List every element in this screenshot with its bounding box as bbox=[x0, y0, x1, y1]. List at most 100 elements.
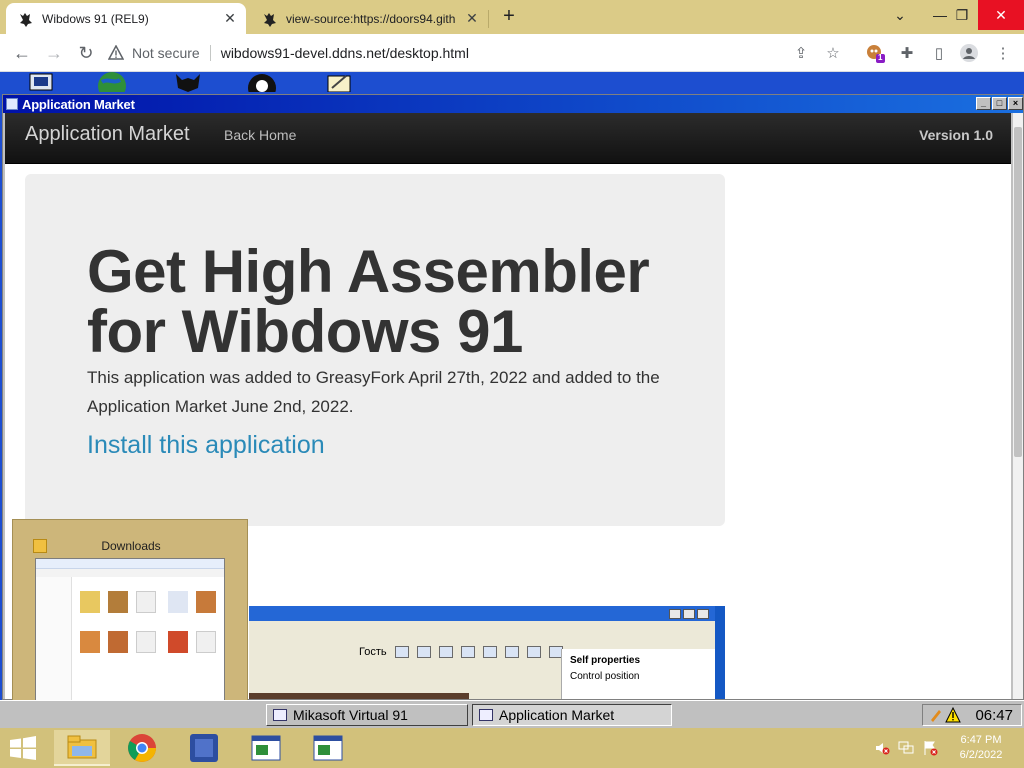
hero-heading: Get High Assembler for Wibdows 91 bbox=[87, 238, 650, 365]
tab-wibdows[interactable]: Wibdows 91 (REL9) ✕ bbox=[6, 3, 246, 34]
taskbar-item-label: Application Market bbox=[499, 707, 615, 723]
share-icon[interactable]: ⇪ bbox=[790, 42, 812, 64]
back-arrow-icon[interactable]: ← bbox=[10, 41, 34, 65]
tool-icon bbox=[526, 646, 541, 658]
cat-icon[interactable] bbox=[172, 72, 204, 92]
tool-icon bbox=[504, 646, 519, 658]
taskbar-item-mikasoft[interactable]: Mikasoft Virtual 91 bbox=[266, 704, 468, 726]
top-navbar: Application Market Back Home Version 1.0 bbox=[5, 113, 1011, 164]
globe-icon[interactable] bbox=[96, 72, 128, 92]
window-close-button[interactable]: × bbox=[1008, 97, 1023, 110]
wibdows-taskbar: Mikasoft Virtual 91 Application Market 0… bbox=[0, 700, 1024, 728]
system-clock[interactable]: 6:47 PM 6/2/2022 bbox=[946, 733, 1016, 763]
taskbar-app-blue[interactable] bbox=[176, 730, 232, 766]
cat-favicon-icon bbox=[20, 12, 32, 27]
tab-title: Wibdows 91 (REL9) bbox=[42, 11, 149, 26]
wibdows-clock: 06:47 bbox=[975, 707, 1013, 724]
tab-title: view-source:https://doors94.gith bbox=[286, 11, 456, 26]
new-tab-button[interactable]: + bbox=[498, 6, 520, 28]
tab-view-source[interactable]: view-source:https://doors94.gith ✕ bbox=[250, 3, 488, 34]
clock-date: 6/2/2022 bbox=[959, 749, 1003, 761]
file-thumb bbox=[196, 591, 216, 613]
preview-minimize-icon bbox=[669, 609, 681, 619]
taskbar-window-1[interactable] bbox=[238, 730, 294, 766]
file-thumb bbox=[168, 591, 188, 613]
downloads-thumbnail-popup[interactable]: Downloads bbox=[12, 519, 248, 720]
page-scrollbar[interactable] bbox=[1013, 113, 1023, 699]
notepad-icon[interactable] bbox=[322, 72, 354, 92]
window-icon bbox=[273, 709, 287, 721]
preview-close-icon bbox=[697, 609, 709, 619]
restore-button[interactable]: ❐ bbox=[942, 0, 982, 30]
preview-dark-bar bbox=[249, 693, 469, 699]
preview-user-label: Гость bbox=[359, 646, 387, 658]
file-thumb bbox=[80, 591, 100, 613]
side-panel-icon[interactable]: ▯ bbox=[928, 42, 950, 64]
taskbar-item-label: Mikasoft Virtual 91 bbox=[293, 707, 408, 723]
window-minimize-button[interactable]: _ bbox=[976, 97, 991, 110]
preview-body: Гость Self properties Control position bbox=[249, 621, 715, 699]
window-app-icon bbox=[6, 98, 18, 110]
wibdows-system-tray: 06:47 bbox=[922, 704, 1022, 726]
explorer-navpane bbox=[36, 577, 72, 701]
extension-badge: 1 bbox=[878, 53, 883, 62]
browser-toolbar: ← → ↻ Not secure wibdows91-devel.ddns.ne… bbox=[0, 34, 1024, 72]
taskbar-item-application-market[interactable]: Application Market bbox=[472, 704, 672, 726]
network-icon[interactable] bbox=[898, 740, 914, 756]
taskbar-file-explorer[interactable] bbox=[54, 730, 110, 766]
windows-start-icon[interactable] bbox=[8, 736, 38, 760]
tool-icon bbox=[460, 646, 475, 658]
tool-icon bbox=[394, 646, 409, 658]
tampermonkey-extension-icon[interactable]: 1 bbox=[864, 42, 886, 64]
pencil-tray-icon[interactable] bbox=[929, 708, 943, 722]
puzzle-extensions-icon[interactable]: ✚ bbox=[896, 42, 918, 64]
forward-arrow-icon[interactable]: → bbox=[42, 41, 66, 65]
action-center-flag-icon[interactable] bbox=[922, 740, 938, 756]
bookmark-star-icon[interactable]: ☆ bbox=[822, 42, 844, 64]
reload-icon[interactable]: ↻ bbox=[74, 41, 98, 65]
window-maximize-button[interactable]: □ bbox=[992, 97, 1007, 110]
tool-icon bbox=[438, 646, 453, 658]
thumbnail-title: Downloads bbox=[101, 539, 161, 553]
tab-close-icon[interactable]: ✕ bbox=[222, 10, 238, 27]
version-label: Version 1.0 bbox=[919, 127, 993, 143]
preview-titlebar bbox=[249, 606, 715, 621]
navbar-brand[interactable]: Application Market bbox=[25, 123, 190, 146]
properties-row: Control position bbox=[570, 671, 640, 682]
speaker-muted-icon[interactable] bbox=[874, 740, 890, 756]
tab-search-button[interactable]: ⌄ bbox=[880, 0, 920, 30]
hero-description: This application was added to GreasyFork… bbox=[87, 368, 660, 416]
window-app-icon bbox=[313, 735, 343, 761]
window-titlebar[interactable]: Application Market bbox=[3, 95, 1023, 113]
address-bar[interactable]: Not secure wibdows91-devel.ddns.net/desk… bbox=[108, 39, 856, 67]
chrome-icon bbox=[128, 734, 156, 762]
github-icon[interactable] bbox=[246, 72, 278, 92]
scrollbar-thumb[interactable] bbox=[1014, 127, 1022, 457]
windows-taskbar: 6:47 PM 6/2/2022 bbox=[0, 728, 1024, 768]
file-explorer-icon bbox=[67, 735, 97, 759]
browser-tabstrip: Wibdows 91 (REL9) ✕ view-source:https://… bbox=[0, 0, 1024, 34]
taskbar-window-2[interactable] bbox=[300, 730, 356, 766]
security-status: Not secure bbox=[132, 45, 200, 61]
install-application-link[interactable]: Install this application bbox=[87, 431, 325, 460]
menu-kebab-icon[interactable]: ⋮ bbox=[992, 42, 1014, 64]
blue-app-icon bbox=[190, 734, 218, 762]
taskbar-chrome[interactable] bbox=[114, 730, 170, 766]
properties-header: Self properties bbox=[570, 655, 641, 666]
back-home-link[interactable]: Back Home bbox=[224, 127, 296, 143]
my-computer-icon[interactable] bbox=[26, 72, 58, 92]
preview-toolbar: Гость bbox=[359, 643, 563, 661]
omnibox-separator bbox=[209, 45, 211, 61]
file-thumb bbox=[108, 591, 128, 613]
hero-jumbotron: Get High Assembler for Wibdows 91 This a… bbox=[25, 174, 725, 526]
url-text: wibdows91-devel.ddns.net/desktop.html bbox=[220, 45, 469, 61]
window-title: Application Market bbox=[22, 96, 135, 112]
profile-avatar-icon[interactable] bbox=[958, 42, 980, 64]
preview-maximize-icon bbox=[683, 609, 695, 619]
thumbnail-preview bbox=[35, 558, 225, 702]
window-icon bbox=[479, 709, 493, 721]
warning-triangle-icon bbox=[108, 45, 124, 60]
tab-close-icon[interactable]: ✕ bbox=[464, 10, 480, 27]
close-window-button[interactable]: ✕ bbox=[978, 0, 1024, 30]
warning-tray-icon[interactable] bbox=[945, 707, 961, 723]
